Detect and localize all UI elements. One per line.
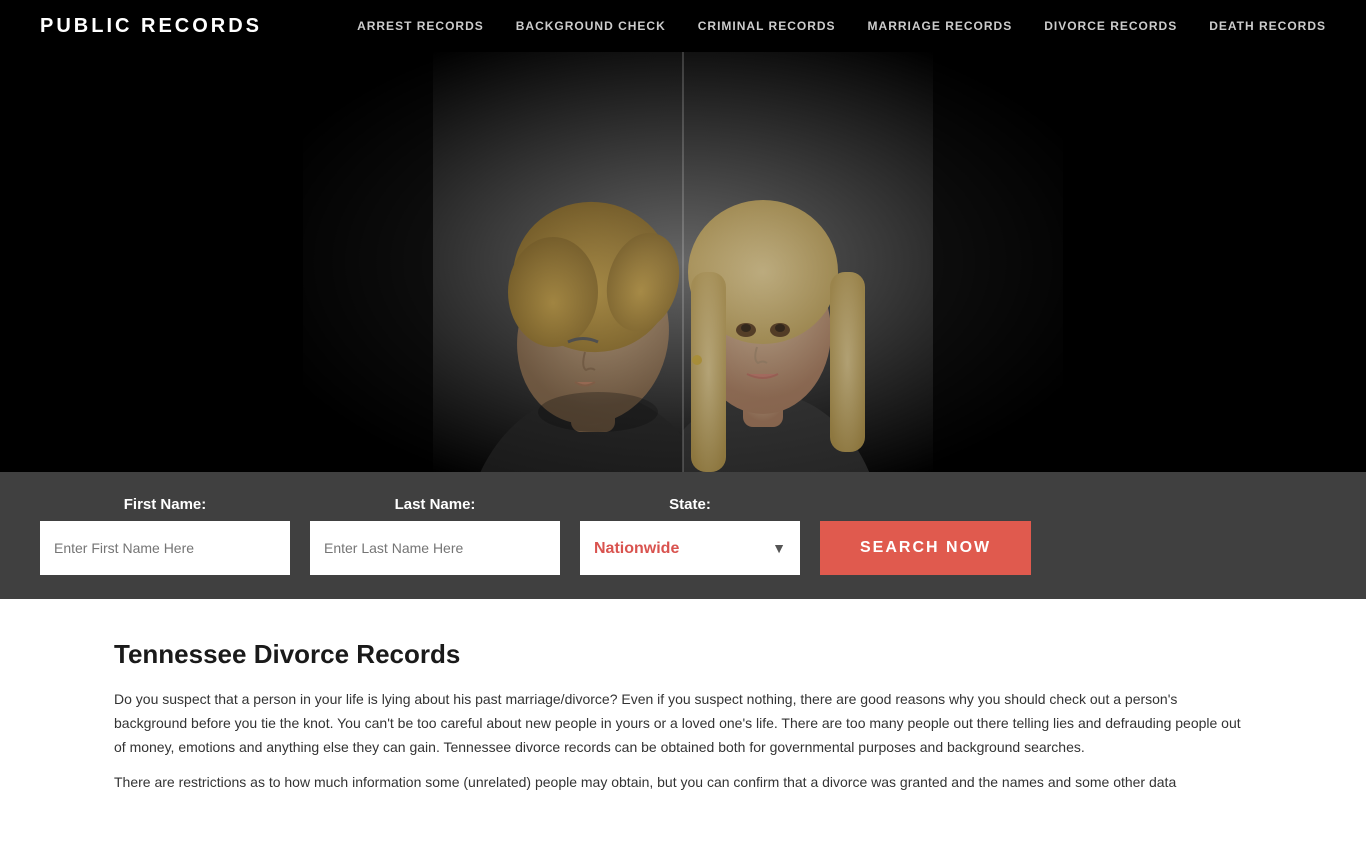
search-now-button[interactable]: SEARCH NOW [820,521,1031,575]
search-bar: First Name: Last Name: State: Nationwide… [0,472,1366,599]
state-field: State: Nationwide Alabama Alaska Arizona… [580,496,800,575]
last-name-input[interactable] [310,521,560,575]
last-name-label: Last Name: [310,496,560,513]
nav-criminal-records[interactable]: CRIMINAL RECORDS [698,19,836,33]
nav-arrest-records[interactable]: ARREST RECORDS [357,19,484,33]
page-title: Tennessee Divorce Records [114,639,1252,670]
last-name-field: Last Name: [310,496,560,575]
content-section: Tennessee Divorce Records Do you suspect… [0,599,1366,847]
site-header: PUBLIC RECORDS ARREST RECORDS BACKGROUND… [0,0,1366,52]
nav-death-records[interactable]: DEATH RECORDS [1209,19,1326,33]
hero-section [0,52,1366,472]
couple-illustration [303,52,1063,472]
state-label: State: [580,496,800,513]
nav-background-check[interactable]: BACKGROUND CHECK [516,19,666,33]
content-paragraph-2: There are restrictions as to how much in… [114,771,1252,795]
nav-marriage-records[interactable]: MARRIAGE RECORDS [868,19,1013,33]
main-nav: ARREST RECORDS BACKGROUND CHECK CRIMINAL… [357,19,1326,33]
site-logo[interactable]: PUBLIC RECORDS [40,15,262,38]
first-name-input[interactable] [40,521,290,575]
first-name-field: First Name: [40,496,290,575]
nav-divorce-records[interactable]: DIVORCE RECORDS [1044,19,1177,33]
content-paragraph-1: Do you suspect that a person in your lif… [114,688,1252,759]
state-select-wrapper: Nationwide Alabama Alaska Arizona Arkans… [580,521,800,575]
state-select[interactable]: Nationwide Alabama Alaska Arizona Arkans… [580,521,800,575]
hero-image [303,52,1063,472]
first-name-label: First Name: [40,496,290,513]
